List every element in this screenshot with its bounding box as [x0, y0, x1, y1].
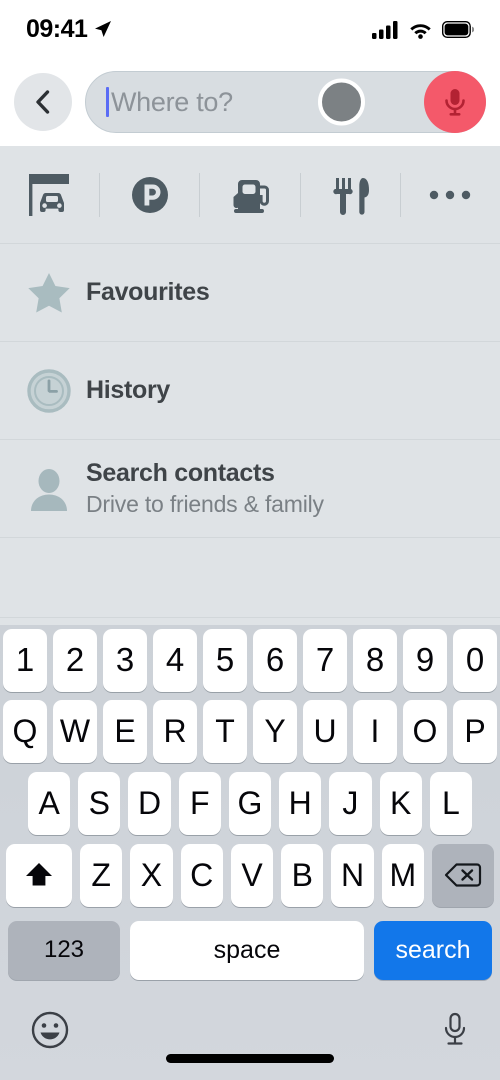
gas-pump-icon — [233, 179, 269, 213]
status-bar-right — [372, 20, 474, 39]
key-3[interactable]: 3 — [103, 628, 147, 692]
list-item-text: History — [86, 376, 170, 405]
key-9[interactable]: 9 — [403, 628, 447, 692]
status-bar: 09:41 — [0, 0, 500, 58]
star-icon-wrap — [18, 270, 80, 316]
on-screen-keyboard: 1 2 3 4 5 6 7 8 9 0 Q W E R T Y U I O P … — [0, 625, 500, 1080]
key-e[interactable]: E — [103, 699, 147, 763]
suggestions-panel: Favourites History Search contacts Drive… — [0, 146, 500, 625]
category-parking[interactable] — [100, 170, 199, 220]
text-cursor — [106, 87, 109, 117]
shift-arrow-icon — [26, 863, 52, 886]
key-8[interactable]: 8 — [353, 628, 397, 692]
key-6[interactable]: 6 — [253, 628, 297, 692]
key-g[interactable]: G — [228, 771, 272, 835]
voice-search-button[interactable] — [424, 71, 486, 133]
key-q[interactable]: Q — [3, 699, 47, 763]
list-item-title: Search contacts — [86, 459, 275, 487]
search-header: Where to? — [0, 58, 500, 146]
shift-key[interactable] — [6, 843, 72, 907]
microphone-icon — [445, 89, 465, 116]
key-i[interactable]: I — [353, 699, 397, 763]
keyboard-row-bottom: Z X C V B N M — [0, 839, 500, 911]
key-k[interactable]: K — [379, 771, 422, 835]
list-item-title: Favourites — [86, 278, 210, 306]
backspace-delete-icon — [444, 863, 482, 887]
keyboard-row-home: A S D F G H J K L — [0, 767, 500, 839]
key-f[interactable]: F — [178, 771, 221, 835]
key-j[interactable]: J — [329, 771, 372, 835]
key-z[interactable]: Z — [80, 843, 123, 907]
chevron-left-icon — [36, 90, 50, 114]
home-indicator — [166, 1054, 334, 1063]
location-arrow-icon — [95, 21, 112, 37]
person-icon-wrap — [18, 465, 80, 513]
touch-point-indicator — [318, 78, 365, 126]
clock-icon — [27, 368, 71, 413]
list-item-title: History — [86, 376, 171, 404]
cellular-signal-icon — [372, 20, 398, 39]
category-fuel[interactable] — [200, 169, 299, 221]
key-2[interactable]: 2 — [53, 628, 97, 692]
key-l[interactable]: L — [429, 771, 472, 835]
list-item-subtitle: Drive to friends & family — [86, 491, 324, 517]
list-item-history[interactable]: History — [0, 342, 500, 440]
list-item-favourites[interactable]: Favourites — [0, 244, 500, 342]
back-button[interactable] — [14, 73, 72, 131]
backspace-key[interactable] — [431, 843, 494, 907]
key-x[interactable]: X — [130, 843, 173, 907]
keyboard-row-top: Q W E R T Y U I O P — [0, 695, 500, 767]
space-key[interactable]: space — [130, 920, 364, 980]
status-bar-left: 09:41 — [26, 15, 113, 44]
category-more[interactable] — [401, 187, 500, 203]
car-canopy-icon — [28, 173, 69, 216]
search-field[interactable]: Where to? — [85, 71, 486, 133]
key-p[interactable]: P — [453, 699, 497, 763]
key-t[interactable]: T — [203, 699, 247, 763]
category-car-services[interactable] — [0, 169, 99, 221]
key-u[interactable]: U — [303, 699, 347, 763]
key-y[interactable]: Y — [253, 699, 297, 763]
key-m[interactable]: M — [381, 843, 424, 907]
emoji-smiley-icon[interactable] — [30, 1010, 70, 1050]
key-1[interactable]: 1 — [3, 628, 47, 692]
key-0[interactable]: 0 — [453, 628, 497, 692]
key-w[interactable]: W — [53, 699, 97, 763]
key-h[interactable]: H — [279, 771, 322, 835]
restaurant-icon — [333, 177, 370, 215]
key-r[interactable]: R — [153, 699, 197, 763]
person-icon — [31, 468, 67, 511]
key-5[interactable]: 5 — [203, 628, 247, 692]
key-b[interactable]: B — [281, 843, 324, 907]
dictation-microphone-icon[interactable] — [440, 1011, 470, 1049]
key-d[interactable]: D — [128, 771, 171, 835]
category-row — [0, 146, 500, 244]
key-c[interactable]: C — [180, 843, 223, 907]
key-s[interactable]: S — [78, 771, 121, 835]
key-a[interactable]: A — [28, 771, 71, 835]
category-restaurants[interactable] — [301, 169, 400, 221]
panel-empty-area — [0, 538, 500, 618]
wifi-icon — [410, 23, 431, 39]
key-v[interactable]: V — [230, 843, 274, 907]
list-item-text: Search contacts Drive to friends & famil… — [86, 459, 324, 518]
search-placeholder: Where to? — [111, 86, 233, 117]
list-item-search-contacts[interactable]: Search contacts Drive to friends & famil… — [0, 440, 500, 538]
key-o[interactable]: O — [403, 699, 447, 763]
keyboard-row-function: 123 space search — [0, 911, 500, 989]
key-7[interactable]: 7 — [303, 628, 347, 692]
status-bar-time: 09:41 — [26, 14, 88, 43]
clock-icon-wrap — [18, 367, 80, 415]
star-icon — [28, 272, 70, 312]
parking-icon — [131, 176, 168, 213]
more-ellipsis-icon — [430, 190, 471, 199]
phone-screen: 09:41 Where to? Favourites History Searc… — [0, 0, 500, 1080]
keyboard-row-numbers: 1 2 3 4 5 6 7 8 9 0 — [0, 625, 500, 695]
numeric-mode-key[interactable]: 123 — [8, 920, 120, 980]
key-4[interactable]: 4 — [153, 628, 197, 692]
list-item-text: Favourites — [86, 278, 210, 307]
key-n[interactable]: N — [331, 843, 374, 907]
search-return-key[interactable]: search — [374, 920, 492, 980]
battery-full-icon — [442, 20, 474, 38]
